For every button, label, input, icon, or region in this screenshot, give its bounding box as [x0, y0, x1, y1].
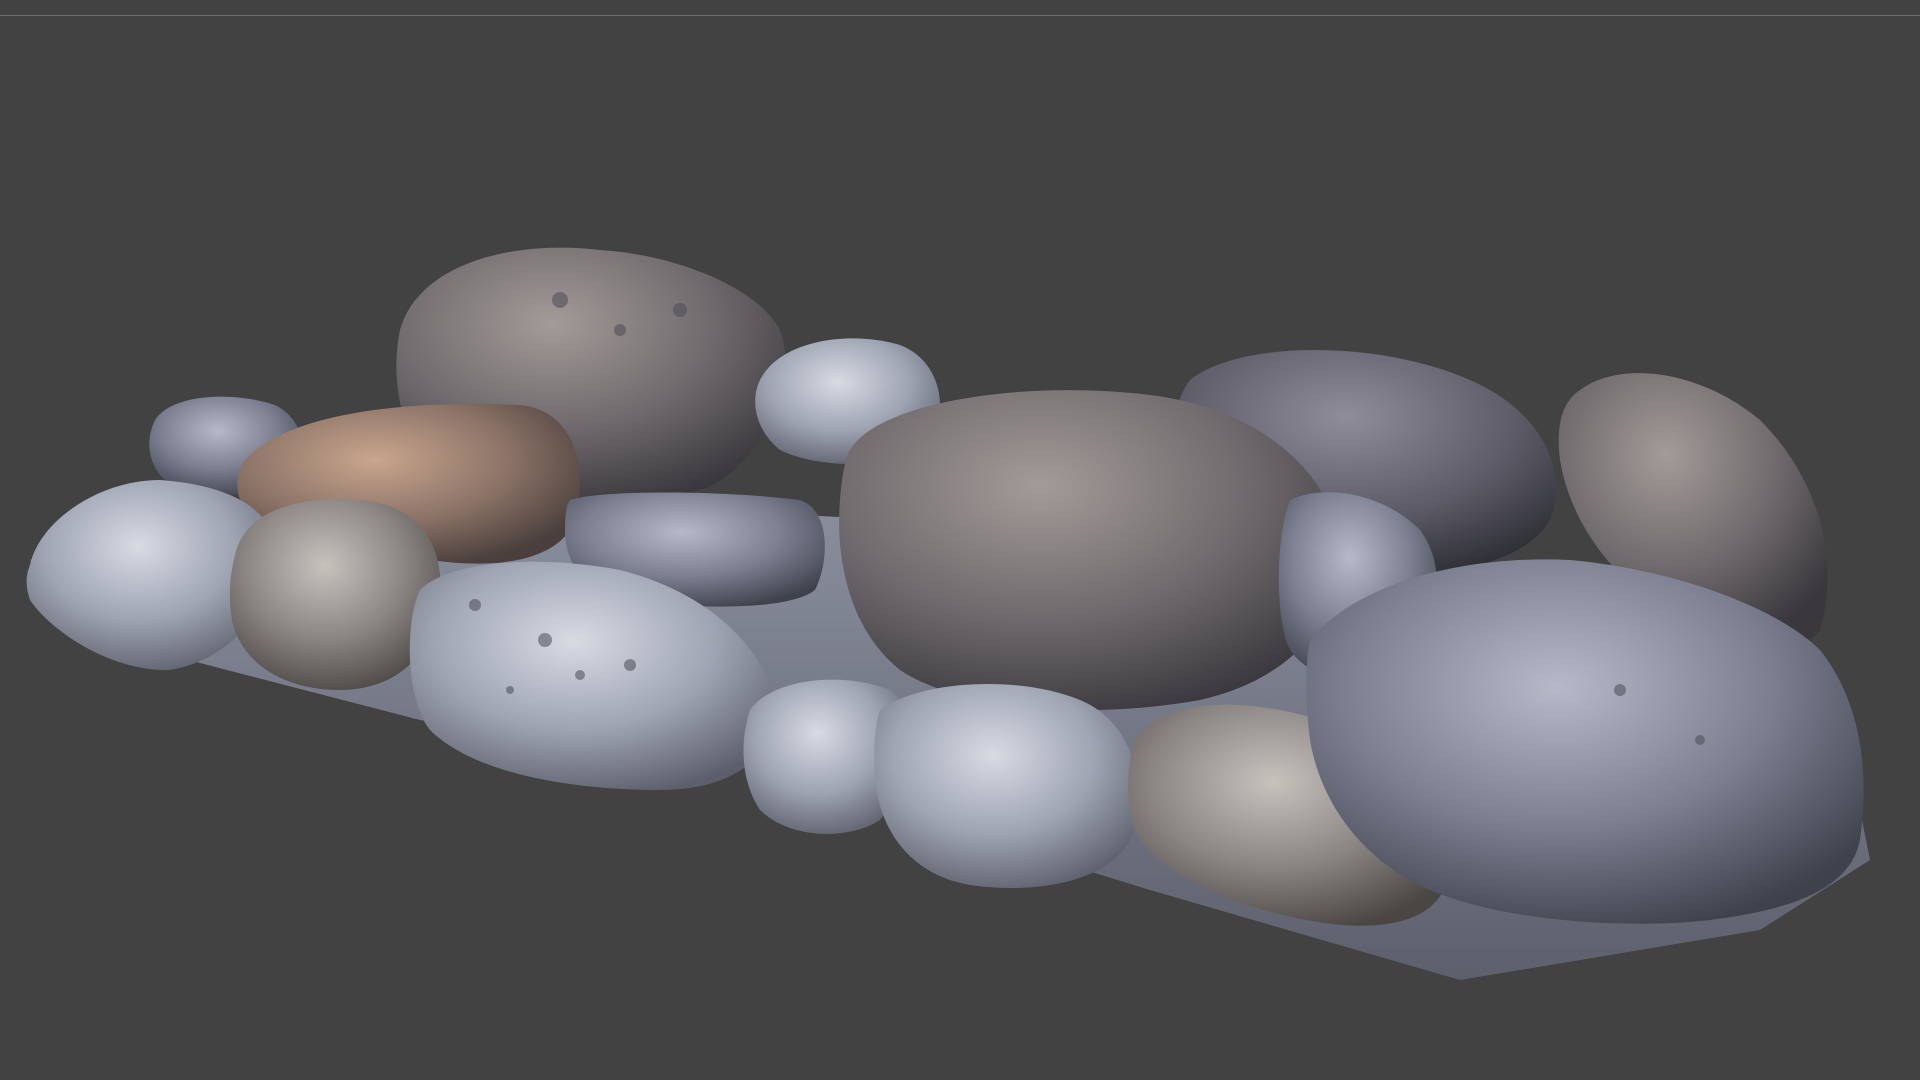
rock-cluster-render	[26, 247, 1870, 980]
3d-viewport[interactable]	[0, 0, 1920, 1080]
rock-front-middle	[874, 683, 1138, 888]
rock-center-large	[839, 390, 1341, 710]
rock-left-mottled	[229, 499, 441, 690]
